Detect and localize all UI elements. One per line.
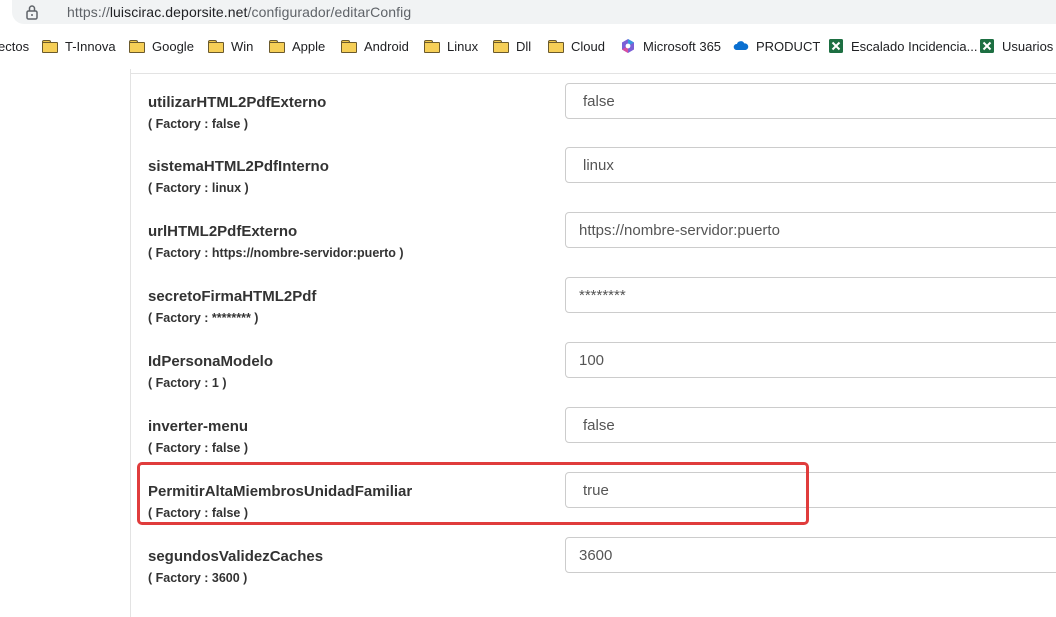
bookmark-folder[interactable]: Google: [129, 36, 194, 56]
config-factory-value: ( Factory : ******** ): [148, 311, 259, 325]
config-factory-value: ( Factory : 3600 ): [148, 571, 248, 585]
config-value-input[interactable]: [565, 342, 1056, 378]
browser-address-bar: https://luiscirac.deporsite.net/configur…: [0, 0, 1056, 26]
bookmark-item[interactable]: ectos: [0, 36, 29, 56]
config-name: secretoFirmaHTML2Pdf: [148, 288, 317, 305]
bookmark-label: T-Innova: [65, 38, 116, 54]
folder-icon: [424, 40, 440, 53]
content-top-divider: [131, 73, 1056, 74]
sidebar-divider: [130, 69, 131, 617]
bookmark-item[interactable]: PRODUCT: [733, 36, 820, 56]
bookmark-folder[interactable]: T-Innova: [42, 36, 116, 56]
bookmark-folder[interactable]: Android: [341, 36, 409, 56]
bookmark-label: ectos: [0, 38, 30, 54]
config-value-input[interactable]: [565, 277, 1056, 313]
bookmark-label: Usuarios A: [1002, 38, 1056, 54]
bookmark-label: Google: [152, 38, 194, 54]
config-value-input[interactable]: [565, 407, 1056, 443]
bookmark-label: Android: [364, 38, 409, 54]
bookmark-item[interactable]: Usuarios A: [979, 36, 1056, 56]
bookmark-label: Linux: [447, 38, 479, 54]
url-scheme: https://: [67, 4, 110, 20]
folder-icon: [42, 40, 58, 53]
bookmark-item[interactable]: Escalado Incidencia...: [828, 36, 977, 56]
config-factory-value: ( Factory : https://nombre-servidor:puer…: [148, 246, 404, 260]
microsoft365-icon: [622, 39, 634, 53]
config-factory-value: ( Factory : false ): [148, 441, 249, 455]
bookmark-label: Win: [231, 38, 254, 54]
bookmark-label: PRODUCT: [756, 38, 821, 54]
excel-icon: [980, 39, 994, 53]
folder-icon: [129, 40, 145, 53]
config-value-input[interactable]: [565, 147, 1056, 183]
bookmark-folder[interactable]: Linux: [424, 36, 478, 56]
config-factory-value: ( Factory : false ): [148, 117, 249, 131]
config-name: segundosValidezCaches: [148, 548, 324, 565]
bookmark-label: Apple: [292, 38, 326, 54]
url-host: luiscirac.deporsite.net: [109, 4, 248, 20]
config-name: inverter-menu: [148, 418, 249, 435]
bookmark-folder[interactable]: Apple: [269, 36, 325, 56]
config-factory-value: ( Factory : linux ): [148, 181, 249, 195]
excel-icon: [829, 39, 843, 53]
bookmark-item[interactable]: Microsoft 365: [620, 36, 721, 56]
omnibox[interactable]: https://luiscirac.deporsite.net/configur…: [12, 0, 1056, 24]
config-value-input[interactable]: [565, 537, 1056, 573]
folder-icon: [548, 40, 564, 53]
folder-icon: [269, 40, 285, 53]
bookmark-label: Microsoft 365: [643, 38, 722, 54]
config-value-input[interactable]: [565, 83, 1056, 119]
config-row: segundosValidezCaches ( Factory : 3600 ): [148, 537, 1056, 613]
folder-icon: [341, 40, 357, 53]
config-name: IdPersonaModelo: [148, 353, 274, 370]
url-text[interactable]: https://luiscirac.deporsite.net/configur…: [67, 4, 411, 20]
config-name: sistemaHTML2PdfInterno: [148, 158, 329, 175]
config-factory-value: ( Factory : 1 ): [148, 376, 227, 390]
highlight-box: [137, 462, 809, 525]
config-name: utilizarHTML2PdfExterno: [148, 94, 327, 111]
bookmarks-bar: ectos T-Innova Google Win Apple Android …: [0, 32, 1056, 60]
bookmark-folder[interactable]: Win: [208, 36, 253, 56]
bookmark-folder[interactable]: Cloud: [548, 36, 605, 56]
onedrive-icon: [733, 41, 749, 50]
config-value-input[interactable]: [565, 212, 1056, 248]
folder-icon: [208, 40, 224, 53]
lock-icon[interactable]: [25, 4, 39, 20]
bookmark-label: Cloud: [571, 38, 605, 54]
config-name: urlHTML2PdfExterno: [148, 223, 298, 240]
url-path: /configurador/editarConfig: [247, 4, 412, 20]
bookmark-label: Escalado Incidencia...: [851, 38, 978, 54]
bookmark-label: Dll: [516, 38, 532, 54]
bookmark-folder[interactable]: Dll: [493, 36, 531, 56]
folder-icon: [493, 40, 509, 53]
